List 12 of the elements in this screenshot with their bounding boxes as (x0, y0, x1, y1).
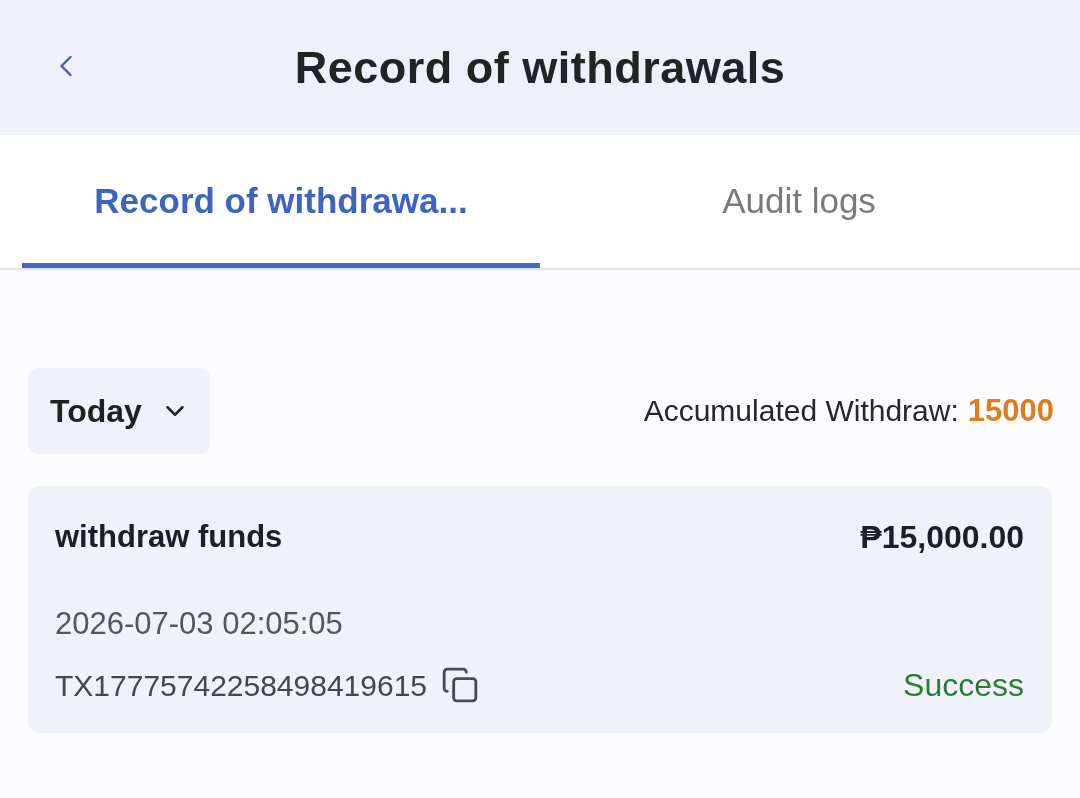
tab[interactable]: Record of withdrawa... (22, 135, 540, 268)
record-time: 2026-07-03 02:05:05 (55, 604, 343, 643)
transaction-id: TX17775742258498419615 (55, 667, 428, 704)
copy-icon[interactable] (441, 666, 480, 704)
summary-label: Accumulated Withdraw: (643, 392, 959, 429)
summary-value: 15000 (967, 391, 1054, 430)
record-amount: ₱15,000.00 (860, 518, 1024, 557)
date-filter-dropdown[interactable]: Today (28, 368, 210, 454)
record-type: withdraw funds (55, 517, 283, 556)
page-title: Record of withdrawals (294, 40, 786, 95)
record-status: Success (903, 666, 1024, 705)
tab[interactable]: Audit logs (540, 135, 1058, 268)
